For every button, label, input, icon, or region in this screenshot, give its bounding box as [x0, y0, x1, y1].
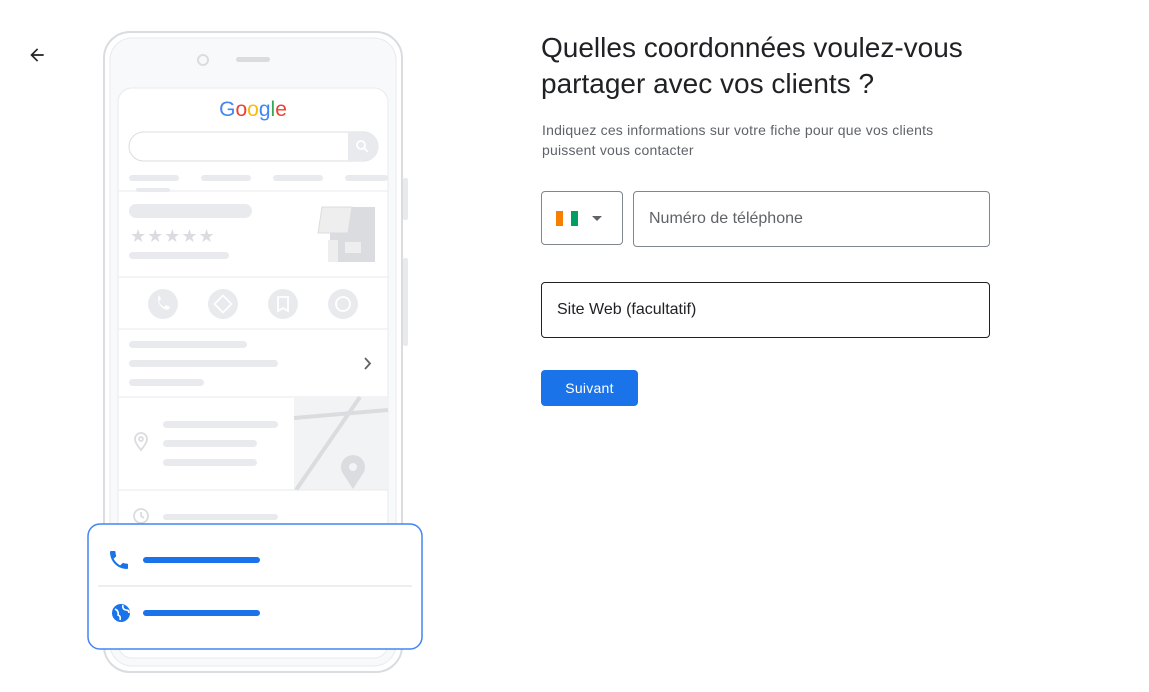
- page-subtitle: Indiquez ces informations sur votre fich…: [542, 122, 934, 158]
- svg-text:★★★★★: ★★★★★: [130, 226, 216, 247]
- dropdown-caret-icon: [592, 215, 602, 221]
- country-flag-icon: [556, 210, 578, 226]
- globe-icon: [112, 604, 130, 622]
- country-code-select[interactable]: [541, 191, 623, 245]
- page-title: Quelles coordonnées voulez-vous partager…: [541, 32, 963, 99]
- page: Google ★★★★★ Quelles coordonnées voulez-…: [0, 0, 1149, 692]
- phone-illustration: Google ★★★★★: [87, 31, 423, 673]
- google-logo: Google: [219, 98, 287, 121]
- search-bar: [128, 131, 379, 162]
- phone-number-input[interactable]: [633, 191, 990, 247]
- next-button[interactable]: Suivant: [541, 370, 638, 406]
- website-input[interactable]: [541, 282, 990, 338]
